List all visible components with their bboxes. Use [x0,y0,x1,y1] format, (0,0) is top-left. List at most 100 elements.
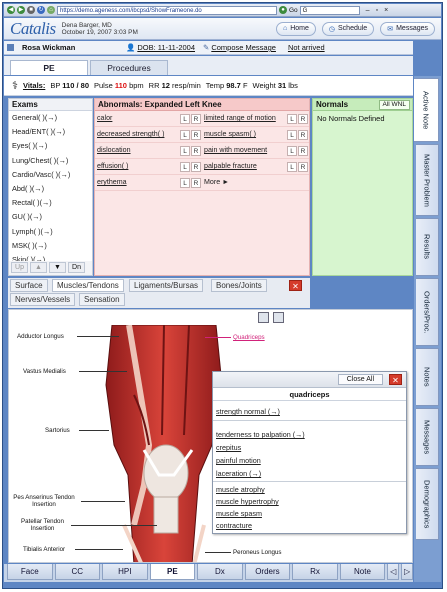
label-peroneus-longus[interactable]: Peroneus Longus [233,549,293,556]
tab-pe-bottom[interactable]: PE [149,564,196,580]
popup-finding[interactable]: muscle atrophy [216,485,265,494]
finding-label[interactable]: calor [97,114,180,122]
tab-hpi[interactable]: HPI [102,564,148,580]
label-pes-anserinus[interactable]: Pes Anserinus Tendon Insertion [9,494,79,508]
abnormal-finding[interactable]: limited range of motion L R [202,111,309,126]
next-arrow-icon[interactable]: ▷ [401,564,414,580]
left-button[interactable]: L [180,129,190,140]
finding-label[interactable]: palpable fracture [204,162,287,170]
schedule-button[interactable]: ◷ Schedule [321,21,375,36]
all-wnl-button[interactable]: All WNL [378,99,410,110]
popup-finding[interactable]: muscle hypertrophy [216,497,279,506]
popup-finding[interactable]: laceration (→) [216,469,261,478]
right-button[interactable]: R [191,177,201,188]
popup-finding[interactable]: muscle spasm [216,509,262,518]
down-button[interactable]: Dn [68,262,85,273]
left-button[interactable]: L [287,145,297,156]
finding-label[interactable]: erythema [97,178,180,186]
exam-item[interactable]: Head/ENT( )(→) [9,125,92,139]
finding-label[interactable]: muscle spasm( ) [204,130,287,138]
right-button[interactable]: R [298,113,308,124]
exam-item[interactable]: Lymph( )(→) [9,225,92,239]
up-button[interactable]: Up [11,262,28,273]
right-button[interactable]: R [191,161,201,172]
left-button[interactable]: L [287,129,297,140]
finding-label[interactable]: decreased strength( ) [97,130,180,138]
abnormal-finding[interactable]: effusion( ) L R [95,159,202,174]
exam-item[interactable]: Lung/Chest( )(→) [9,154,92,168]
abnormal-finding[interactable]: pain with movement L R [202,143,309,158]
tab-notes[interactable]: Notes [416,348,439,406]
tab-nerves-vessels[interactable]: Nerves/Vessels [10,293,76,306]
tab-procedures[interactable]: Procedures [90,60,168,75]
exam-item[interactable]: Rectal( )(→) [9,196,92,210]
popup-finding[interactable]: strength normal (→) [216,407,280,416]
tab-active-note[interactable]: Active Note [414,78,439,142]
tab-ligaments-bursas[interactable]: Ligaments/Bursas [129,279,204,292]
close-window-icon[interactable]: × [384,7,388,14]
tab-dx[interactable]: Dx [197,564,243,580]
home-browser-icon[interactable]: ⌂ [47,6,55,14]
go-button[interactable]: Go [289,7,298,14]
abnormal-finding[interactable]: palpable fracture L R [202,159,309,174]
scroll-up-button[interactable]: ▲ [30,262,47,273]
abnormal-finding[interactable]: decreased strength( ) L R [95,127,202,142]
tab-master-problem[interactable]: Master Problem [416,144,439,216]
prev-arrow-icon[interactable]: ◁ [387,564,400,580]
back-icon[interactable]: ◀ [7,6,15,14]
refresh-icon[interactable]: ↻ [37,6,45,14]
right-button[interactable]: R [298,145,308,156]
tab-orders-proc[interactable]: Orders/Proc. [416,278,439,346]
maximize-icon[interactable]: ▫ [376,7,378,14]
tab-results[interactable]: Results [416,218,439,276]
right-button[interactable]: R [298,129,308,140]
abnormal-finding[interactable]: erythema L R [95,175,202,190]
label-quadriceps[interactable]: Quadriceps [233,334,293,341]
popup-finding[interactable]: tenderness to palpation (→) [216,430,305,439]
left-button[interactable]: L [180,161,190,172]
popup-finding[interactable]: painful motion [216,456,261,465]
exam-item[interactable]: Abd( )(→) [9,182,92,196]
compose-message-link[interactable]: Compose Message [211,43,276,52]
label-patellar-tendon[interactable]: Patellar Tendon Insertion [15,518,70,532]
finding-label[interactable]: pain with movement [204,146,287,154]
left-button[interactable]: L [287,161,297,172]
print-icon[interactable] [258,312,269,323]
finding-label[interactable]: limited range of motion [204,114,287,122]
tab-demographics[interactable]: Demographics [416,468,439,540]
tab-surface[interactable]: Surface [10,279,48,292]
tab-note[interactable]: Note [339,564,386,580]
popup-finding[interactable]: crepitus [216,443,241,452]
label-tibialis-anterior[interactable]: Tibialis Anterior [23,546,83,553]
finding-label[interactable]: dislocation [97,146,180,154]
right-button[interactable]: R [191,145,201,156]
exam-item[interactable]: MSK( )(→) [9,239,92,253]
tab-sensation[interactable]: Sensation [79,293,125,306]
tab-cc[interactable]: CC [54,564,101,580]
home-button[interactable]: ⌂ Home [275,21,316,36]
close-popup-icon[interactable]: ✕ [389,374,402,385]
knee-anatomy-illustration[interactable] [104,325,224,563]
right-button[interactable]: R [191,113,201,124]
copy-icon[interactable] [273,312,284,323]
tab-muscles-tendons[interactable]: Muscles/Tendons [52,279,124,292]
right-button[interactable]: R [298,161,308,172]
url-field[interactable]: https://demo.ageness.com/ibcpsd/ShowFram… [57,5,277,15]
arrival-status[interactable]: Not arrived [288,43,325,52]
more-findings-link[interactable]: More ► [202,175,309,190]
messages-button[interactable]: ✉ Messages [380,21,435,36]
tab-bones-joints[interactable]: Bones/Joints [211,279,267,292]
go-icon[interactable]: ● [279,6,287,14]
tab-rx[interactable]: Rx [292,564,338,580]
tab-messages-side[interactable]: Messages [416,408,439,466]
left-button[interactable]: L [180,145,190,156]
scroll-down-button[interactable]: ▼ [49,262,66,273]
abnormal-finding[interactable]: calor L R [95,111,202,126]
label-vastus-medialis[interactable]: Vastus Medialis [23,368,83,375]
tab-pe[interactable]: PE [10,60,88,75]
minimize-icon[interactable]: – [366,7,370,14]
abnormal-finding[interactable]: dislocation L R [95,143,202,158]
right-button[interactable]: R [191,129,201,140]
search-field[interactable]: G [299,5,360,15]
exam-item[interactable]: Cardio/Vasc( )(→) [9,168,92,182]
